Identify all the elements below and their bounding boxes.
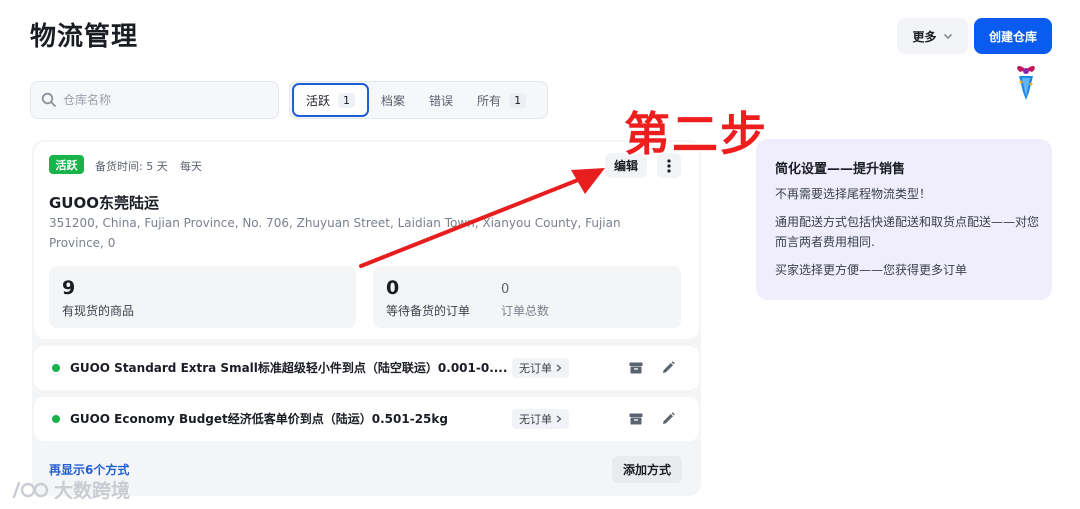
warehouse-name: GUOO东莞陆运 <box>49 194 159 212</box>
step-annotation: 第二步 <box>624 107 768 161</box>
promo-line: 不再需要选择尾程物流类型！ <box>775 187 932 201</box>
status-dot <box>52 415 60 423</box>
no-orders-chip[interactable]: 无订单 <box>512 409 569 429</box>
add-method-button[interactable]: 添加方式 <box>612 456 682 483</box>
watermark-text: 大数跨境 <box>54 480 131 502</box>
search-input[interactable] <box>63 93 263 107</box>
more-button-label: 更多 <box>912 29 937 44</box>
ornament-icon <box>1017 66 1035 100</box>
no-orders-chip[interactable]: 无订单 <box>512 358 569 378</box>
promo-title: 简化设置——提升销售 <box>775 162 906 177</box>
delivery-method-row[interactable]: GUOO Economy Budget经济低客单价到点（陆运）0.501-25k… <box>34 397 699 441</box>
chevron-right-icon <box>556 364 562 372</box>
create-warehouse-button[interactable]: 创建仓库 <box>974 18 1052 54</box>
tab-all[interactable]: 所有 1 <box>465 83 538 117</box>
in-stock-label: 有现货的商品 <box>62 304 135 318</box>
pending-orders-count: 0 <box>386 277 400 299</box>
pencil-icon[interactable] <box>660 411 676 427</box>
archive-icon[interactable] <box>628 411 644 427</box>
tab-label: 错误 <box>429 93 454 108</box>
more-button[interactable]: 更多 <box>897 18 968 54</box>
no-orders-label: 无订单 <box>519 413 552 426</box>
total-orders-label: 订单总数 <box>501 304 550 318</box>
method-name: GUOO Standard Extra Small标准超级轻小件到点（陆空联运）… <box>70 361 508 375</box>
chevron-right-icon <box>556 415 562 423</box>
tab-archive[interactable]: 档案 <box>369 83 417 117</box>
tab-count: 1 <box>509 92 527 108</box>
status-badge: 活跃 <box>49 155 84 174</box>
pencil-icon[interactable] <box>660 360 676 376</box>
pending-orders-label: 等待备货的订单 <box>386 304 471 318</box>
annotation-arrow-icon <box>359 168 605 268</box>
watermark: 大数跨境 <box>10 476 130 503</box>
total-orders-count: 0 <box>501 282 510 297</box>
tab-count: 1 <box>338 92 356 108</box>
promo-line: 买家选择更方便——您获得更多订单 <box>775 263 968 277</box>
in-stock-count: 9 <box>62 277 76 299</box>
search-icon <box>41 92 56 107</box>
schedule: 每天 <box>180 160 202 173</box>
search-box[interactable] <box>30 81 279 119</box>
tab-active[interactable]: 活跃 1 <box>292 83 370 117</box>
chevron-down-icon <box>943 33 952 40</box>
promo-line: 通用配送方式包括快递配送和取货点配送——对您而言两者费用相同. <box>775 215 1040 249</box>
status-dot <box>52 364 60 372</box>
no-orders-label: 无订单 <box>519 362 552 375</box>
archive-icon[interactable] <box>628 360 644 376</box>
status-tabs: 活跃 1 档案 错误 所有 1 <box>289 81 548 119</box>
method-name: GUOO Economy Budget经济低客单价到点（陆运）0.501-25k… <box>70 412 448 426</box>
delivery-method-row[interactable]: GUOO Standard Extra Small标准超级轻小件到点（陆空联运）… <box>34 346 699 390</box>
page-title: 物流管理 <box>30 22 139 52</box>
tab-label: 活跃 <box>306 93 331 108</box>
tab-errors[interactable]: 错误 <box>417 83 465 117</box>
watermark-logo-icon <box>12 481 49 498</box>
tab-label: 档案 <box>381 93 406 108</box>
prep-time: 备货时间: 5 天 <box>95 160 168 173</box>
tab-label: 所有 <box>477 93 502 108</box>
